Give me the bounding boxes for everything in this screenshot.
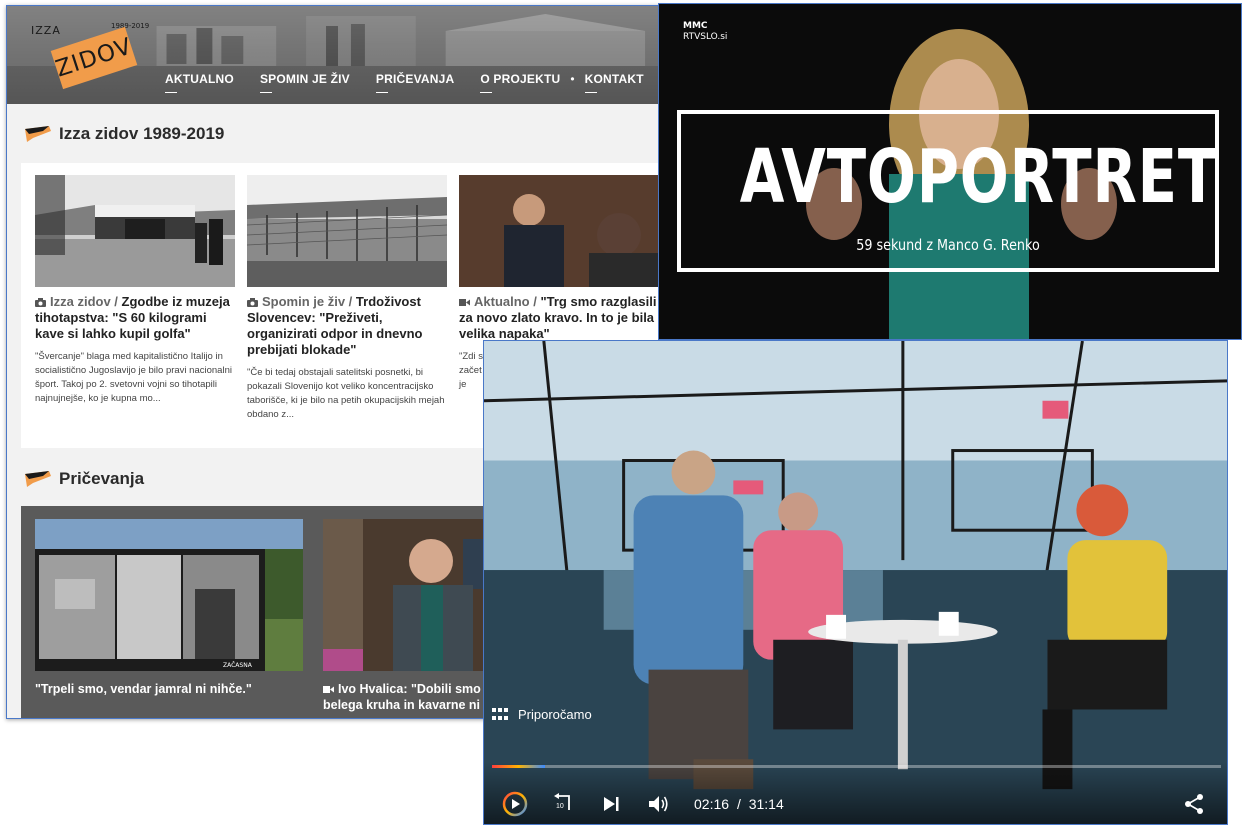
article-thumbnail[interactable] xyxy=(459,175,659,287)
video-icon xyxy=(323,686,334,693)
replay-10-button[interactable]: 10 xyxy=(550,791,576,817)
volume-button[interactable] xyxy=(646,791,672,817)
testimony-card[interactable]: ZAČASNA "Trpeli smo, vendar jamral ni ni… xyxy=(35,519,303,697)
duration: 31:14 xyxy=(748,796,784,812)
progress-fill xyxy=(492,765,546,768)
logo-prefix: IZZA xyxy=(31,24,61,37)
camera-icon xyxy=(247,298,258,307)
article-kicker[interactable]: Spomin je živ / xyxy=(262,294,352,309)
section-title-izza-zidov: Izza zidov 1989-2019 xyxy=(25,124,224,144)
article-excerpt: "Švercanje" blaga med kapitalistično Ita… xyxy=(35,351,232,404)
current-time: 02:16 xyxy=(694,796,730,812)
article-headline[interactable]: Izza zidov / Zgodbe iz muzeja tihotapstv… xyxy=(35,294,235,342)
composite-screenshot: IZZA 1989-2019 ZIDOV AKTUALNO SPOMIN JE … xyxy=(0,0,1242,825)
article-thumbnail[interactable] xyxy=(35,175,235,287)
article-card[interactable]: Spomin je živ / Trdoživost Slovencev: "P… xyxy=(247,175,447,422)
section-heading[interactable]: Pričevanja xyxy=(59,469,144,489)
article-excerpt: "Če bi tedaj obstajali satelitski posnet… xyxy=(247,367,445,420)
recommended-label: Priporočamo xyxy=(518,707,592,722)
camera-icon xyxy=(35,298,46,307)
share-button[interactable] xyxy=(1183,793,1205,815)
section-flag-icon xyxy=(25,471,51,487)
article-kicker[interactable]: Izza zidov / xyxy=(50,294,118,309)
photo-overlay-text: ZAČASNA xyxy=(223,662,252,669)
title-frame: AVTOPORTRET 59 sekund z Manco G. Renko xyxy=(677,110,1219,272)
time-separator: / xyxy=(736,796,741,812)
testimony-caption[interactable]: "Trpeli smo, vendar jamral ni nihče." xyxy=(35,681,303,697)
article-card[interactable]: Izza zidov / Zgodbe iz muzeja tihotapstv… xyxy=(35,175,235,406)
next-button[interactable] xyxy=(598,791,624,817)
section-heading[interactable]: Izza zidov 1989-2019 xyxy=(59,124,224,144)
site-header: IZZA 1989-2019 ZIDOV AKTUALNO SPOMIN JE … xyxy=(7,6,665,104)
nav-pricevanja[interactable]: PRIČEVANJA xyxy=(375,72,454,93)
article-kicker[interactable]: Aktualno / xyxy=(474,294,537,309)
nav-spomin-je-ziv[interactable]: SPOMIN JE ŽIV xyxy=(259,72,350,93)
play-button[interactable] xyxy=(502,791,528,817)
video-subtitle: 59 sekund z Manco G. Renko xyxy=(856,236,1040,254)
section-title-pricevanja: Pričevanja xyxy=(25,469,144,489)
avtoportret-video-frame[interactable]: MMC RTVSLO.si AVTOPORTRET 59 sekund z Man… xyxy=(658,3,1242,340)
nav-separator: • xyxy=(570,72,575,86)
video-icon xyxy=(459,299,470,306)
recommended-button[interactable]: Priporočamo xyxy=(492,707,592,722)
time-display: 02:16 / 31:14 xyxy=(694,796,784,812)
video-player[interactable]: Priporočamo 10 02:16 / 31:14 xyxy=(483,340,1228,825)
mmc-rtvslo-logo: MMC RTVSLO.si xyxy=(683,21,728,42)
nav-kontakt[interactable]: KONTAKT xyxy=(584,72,644,93)
video-frame-studio xyxy=(484,341,1227,824)
player-controls: 10 02:16 / 31:14 xyxy=(502,791,784,817)
play-icon xyxy=(502,791,528,817)
main-nav: AKTUALNO SPOMIN JE ŽIV PRIČEVANJA O PROJ… xyxy=(165,72,644,93)
testimony-thumbnail[interactable]: ZAČASNA xyxy=(35,519,303,671)
progress-bar[interactable] xyxy=(492,765,1221,768)
article-headline[interactable]: Spomin je živ / Trdoživost Slovencev: "P… xyxy=(247,294,447,358)
share-icon xyxy=(1185,794,1203,814)
grid-icon xyxy=(492,707,510,722)
skip-next-icon xyxy=(604,797,619,811)
section-flag-icon xyxy=(25,126,51,142)
article-headline[interactable]: Aktualno / "Trg smo razglasili za novo z… xyxy=(459,294,659,342)
video-title: AVTOPORTRET xyxy=(739,134,1219,220)
article-thumbnail[interactable] xyxy=(247,175,447,287)
nav-o-projektu[interactable]: O PROJEKTU xyxy=(480,72,560,93)
volume-icon xyxy=(649,796,668,812)
nav-aktualno[interactable]: AKTUALNO xyxy=(165,72,234,93)
